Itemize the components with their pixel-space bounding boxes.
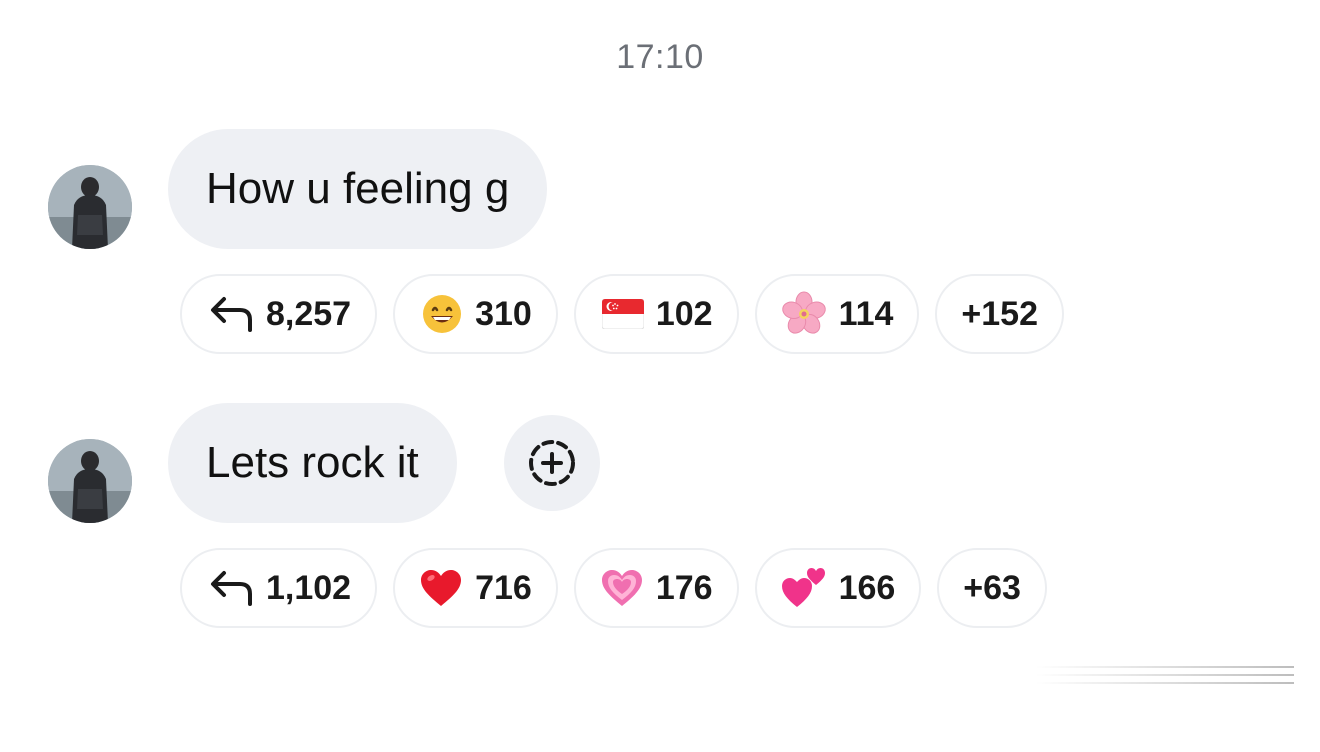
reply-arrow-icon: [206, 294, 254, 334]
message-timestamp: 17:10: [616, 38, 704, 76]
reply-arrow-icon: [206, 568, 254, 608]
avatar-image: [48, 165, 132, 249]
reaction-count: 102: [655, 294, 713, 333]
more-reactions-count: +63: [963, 568, 1021, 607]
avatar[interactable]: [48, 165, 132, 249]
singapore-flag-emoji-icon: [601, 299, 644, 329]
reaction-count: 310: [475, 294, 532, 333]
reaction-chip[interactable]: 716: [393, 548, 558, 628]
more-reactions-count: +152: [961, 294, 1039, 333]
reaction-count: 1,102: [266, 568, 352, 607]
reaction-count: 176: [655, 568, 713, 607]
add-reaction-button[interactable]: [504, 415, 600, 511]
more-reactions-chip[interactable]: +152: [935, 274, 1065, 354]
chat-thread: 17:10 How u feeling g 8,257 310 102 114 …: [0, 0, 1320, 752]
grinning-face-emoji-icon: [421, 293, 463, 335]
reaction-chip[interactable]: 114: [754, 274, 920, 354]
growing-heart-emoji-icon: [600, 568, 644, 608]
two-hearts-emoji-icon: [781, 567, 827, 609]
reaction-chip[interactable]: 176: [573, 548, 739, 628]
message-bubble[interactable]: Lets rock it: [168, 403, 457, 523]
scroll-indicator: [1036, 666, 1294, 690]
message-text: How u feeling g: [206, 164, 510, 213]
reply-count-chip[interactable]: 1,102: [180, 548, 378, 628]
reaction-count: 114: [838, 294, 894, 333]
add-reaction-icon: [529, 440, 575, 486]
avatar[interactable]: [48, 439, 132, 523]
more-reactions-chip[interactable]: +63: [937, 548, 1047, 628]
cherry-blossom-emoji-icon: [781, 291, 827, 337]
reaction-chip[interactable]: 310: [393, 274, 558, 354]
red-heart-emoji-icon: [419, 568, 463, 608]
reply-count-chip[interactable]: 8,257: [180, 274, 378, 354]
reaction-bar: 8,257 310 102 114 +152: [180, 274, 1065, 354]
message-text: Lets rock it: [206, 438, 419, 487]
reaction-count: 716: [475, 568, 532, 607]
reaction-count: 166: [838, 568, 896, 607]
message-bubble[interactable]: How u feeling g: [168, 129, 548, 249]
reaction-chip[interactable]: 166: [754, 548, 922, 628]
reaction-count: 8,257: [266, 294, 352, 333]
reaction-bar: 1,102 716 176 166 +63: [180, 548, 1047, 628]
avatar-image: [48, 439, 132, 523]
reaction-chip[interactable]: 102: [573, 274, 739, 354]
